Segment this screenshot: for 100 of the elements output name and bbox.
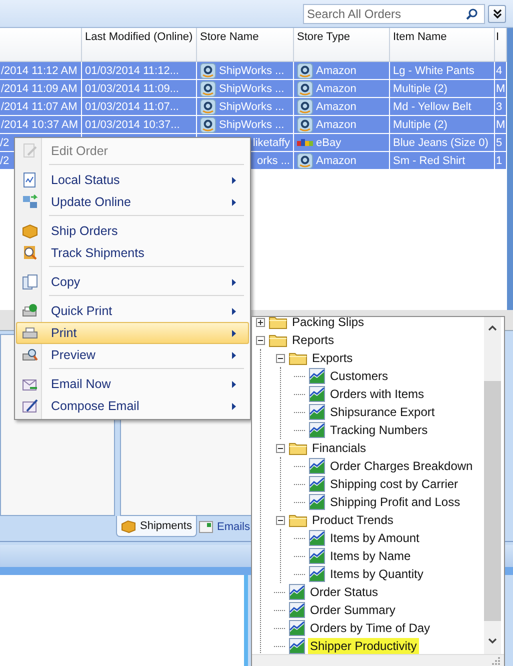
table-cell: ShipWorks ... (219, 100, 284, 112)
tree-item[interactable]: Items by Name (328, 548, 413, 564)
table-cell: Amazon (316, 100, 356, 112)
tree-item[interactable]: Items by Amount (328, 530, 422, 546)
table-cell: Amazon (316, 64, 356, 76)
store-icon (297, 152, 313, 168)
scroll-up-icon[interactable] (488, 325, 497, 331)
column-header[interactable]: Store Name (197, 28, 294, 61)
chart-icon (309, 422, 325, 438)
tree-item[interactable]: Order Status (308, 584, 380, 600)
table-cell: /2014 10:37 AM (1, 118, 78, 130)
chart-document-icon (22, 172, 38, 188)
double-chevron-icon (492, 8, 502, 18)
table-cell: Multiple (2) (393, 118, 448, 130)
printer-icon (22, 325, 38, 341)
envelope-pencil-icon (22, 398, 38, 414)
store-icon (200, 62, 216, 78)
table-cell: /2 (0, 154, 10, 166)
store-icon (297, 80, 313, 96)
menu-item[interactable]: Print (16, 322, 249, 344)
table-cell: 1 (496, 154, 502, 166)
tree-item[interactable]: Shipping cost by Carrier (328, 476, 460, 492)
table-cell: 5 (496, 136, 502, 148)
menu-item[interactable]: Ship Orders (16, 220, 249, 242)
menu-item[interactable]: Local Status (16, 169, 249, 191)
envelope-icon (198, 520, 213, 532)
table-cell: orks ... (256, 154, 290, 166)
resize-grip-icon[interactable] (492, 657, 500, 665)
table-cell: ShipWorks ... (219, 118, 284, 130)
chevron-button[interactable] (488, 4, 506, 22)
table-cell: 01/03/2014 11:09... (85, 82, 179, 94)
tree-item[interactable]: Packing Slips (290, 317, 366, 330)
tree-item[interactable]: Items by Quantity (328, 566, 426, 582)
expand-icon[interactable] (256, 318, 265, 326)
table-cell: M (496, 118, 506, 130)
tree-item[interactable]: Tracking Numbers (328, 422, 430, 438)
table-cell: M (496, 82, 506, 94)
menu-item[interactable]: Compose Email (16, 395, 249, 417)
tree-item[interactable]: Shipsurance Export (328, 404, 437, 420)
printer-check-icon (22, 303, 38, 319)
box-icon (22, 223, 38, 239)
tree-item[interactable]: Reports (290, 332, 336, 348)
table-cell: Sm - Red Shirt (393, 154, 466, 166)
tree-item[interactable]: Financials (310, 440, 368, 456)
table-cell: /2014 11:12 AM (1, 64, 78, 76)
column-header[interactable]: Last Modified (Online) (82, 28, 197, 61)
menu-item[interactable]: Quick Print (16, 300, 249, 322)
panel-tab[interactable]: Shipments (116, 516, 197, 537)
submenu-arrow-icon (232, 330, 236, 336)
collapse-icon[interactable] (276, 354, 285, 362)
store-icon (200, 98, 216, 114)
submenu-arrow-icon (232, 198, 236, 206)
search-field[interactable]: Search All Orders (303, 4, 485, 24)
store-icon (297, 98, 313, 114)
table-cell: Amazon (316, 82, 356, 94)
tree-item[interactable]: Order Charges Breakdown (328, 458, 475, 474)
column-header[interactable]: Item Name (390, 28, 495, 61)
menu-item[interactable]: Email Now (16, 373, 249, 395)
tree-item[interactable]: Exports (310, 350, 355, 366)
collapse-icon[interactable] (276, 444, 285, 452)
scrollbar[interactable] (484, 317, 501, 654)
chart-icon (289, 620, 305, 636)
table-cell: 3 (496, 100, 502, 112)
tree-item[interactable]: Order Summary (308, 602, 398, 618)
chart-icon (309, 386, 325, 402)
folder-icon (289, 351, 307, 365)
table-cell: /2 (0, 136, 10, 148)
column-header[interactable]: Store Type (294, 28, 390, 61)
table-cell: Multiple (2) (393, 82, 448, 94)
submenu-arrow-icon (232, 308, 236, 314)
collapse-icon[interactable] (256, 336, 265, 344)
store-icon (297, 116, 313, 132)
chart-icon (309, 368, 325, 384)
edit-document-icon (22, 143, 38, 159)
chart-icon (309, 566, 325, 582)
column-header[interactable]: I (495, 28, 507, 61)
tree-item[interactable]: Shipper Productivity (308, 638, 419, 654)
chart-icon (309, 530, 325, 546)
store-icon (200, 116, 216, 132)
scrollbar-thumb[interactable] (484, 381, 501, 621)
printer-magnifier-icon (22, 347, 38, 363)
chart-icon (309, 404, 325, 420)
collapse-icon[interactable] (276, 516, 285, 524)
panel-tab[interactable]: Emails (196, 516, 252, 537)
tree-item[interactable]: Customers (328, 368, 390, 384)
table-cell: /2014 11:07 AM (1, 100, 78, 112)
folder-icon (289, 513, 307, 527)
folder-icon (269, 333, 287, 347)
table-cell: 01/03/2014 11:12... (85, 64, 179, 76)
tree-item[interactable]: Orders with Items (328, 386, 426, 402)
tree-item[interactable]: Orders by Time of Day (308, 620, 432, 636)
table-cell: Blue Jeans (Size 0) (393, 136, 488, 148)
submenu-arrow-icon (232, 176, 236, 184)
chart-icon (289, 602, 305, 618)
folder-icon (289, 441, 307, 455)
scroll-down-icon[interactable] (488, 638, 497, 644)
tree-item[interactable]: Shipping Profit and Loss (328, 494, 462, 510)
table-cell: 01/03/2014 11:07... (85, 100, 179, 112)
table-cell: ShipWorks ... (219, 82, 284, 94)
tree-item[interactable]: Product Trends (310, 512, 396, 528)
